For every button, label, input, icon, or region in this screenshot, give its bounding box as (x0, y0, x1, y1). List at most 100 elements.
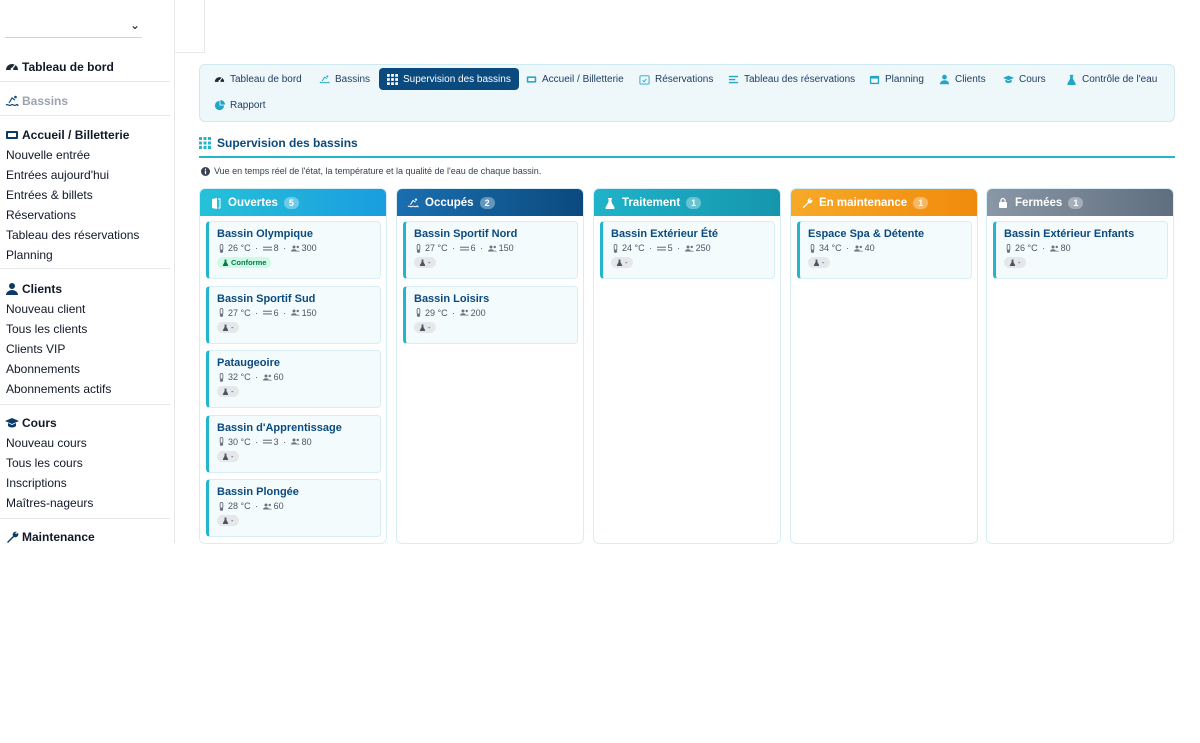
pool-card[interactable]: Bassin Plongée 28 °C · 60 - (206, 479, 381, 537)
sidebar-item-maitres-nageurs[interactable]: Maîtres-nageurs (0, 493, 170, 513)
column-header: Occupés 2 (397, 189, 583, 216)
column-ouvertes: Ouvertes 5 Bassin Olympique 26 °C · 8 · 300… (199, 188, 387, 544)
gauge-icon (214, 74, 225, 85)
column-header: Fermées 1 (987, 189, 1173, 216)
water-quality-badge: - (217, 450, 239, 462)
pool-temperature: 26 °C (228, 243, 251, 253)
pool-capacity: 60 (273, 501, 284, 511)
pool-name: Bassin d'Apprentissage (217, 421, 342, 434)
tab-bassins[interactable]: Bassins (311, 68, 378, 90)
sidebar-heading-bassins[interactable]: Bassins (0, 91, 170, 111)
users-icon (459, 308, 469, 317)
flask-icon (222, 324, 229, 331)
pool-card[interactable]: Bassin d'Apprentissage 30 °C · 3 · 80 - (206, 414, 381, 473)
pool-temperature: 34 °C (819, 243, 842, 253)
pool-name: Espace Spa & Détente (808, 228, 925, 240)
lanes-icon (656, 244, 666, 253)
users-icon (290, 437, 300, 446)
separator: · (252, 501, 261, 511)
pool-info: 29 °C · 200 (414, 308, 569, 318)
pool-card[interactable]: Bassin Extérieur Été 24 °C · 5 · 250 - (600, 221, 775, 279)
sidebar-item-tableau-des-reservations[interactable]: Tableau des réservations (0, 225, 170, 245)
gauge-icon (5, 60, 19, 74)
ticket-icon (5, 128, 19, 142)
pool-card[interactable]: Pataugeoire 32 °C · 60 - (206, 350, 381, 408)
user-icon (5, 282, 19, 296)
sidebar-item-abonnements-actifs[interactable]: Abonnements actifs (0, 379, 170, 399)
sidebar-item-nouveau-cours[interactable]: Nouveau cours (0, 433, 170, 453)
sidebar-heading-clients[interactable]: Clients (0, 279, 170, 299)
pool-lanes: 3 (273, 436, 279, 447)
sidebar-item-tous-les-cours[interactable]: Tous les cours (0, 453, 170, 473)
tab-planning[interactable]: Planning (861, 68, 932, 90)
separator: · (252, 243, 261, 253)
sidebar-item-clients-vip[interactable]: Clients VIP (0, 339, 170, 359)
flask-icon (419, 324, 426, 331)
count-badge: 1 (1068, 196, 1084, 209)
sidebar-heading-accueil-billetterie[interactable]: Accueil / Billetterie (0, 125, 170, 145)
pool-capacity: 80 (1060, 243, 1071, 253)
tab-rapport[interactable]: Rapport (206, 94, 274, 116)
pool-card[interactable]: Bassin Sportif Nord 27 °C · 6 · 150 - (403, 221, 578, 279)
pool-card[interactable]: Bassin Olympique 26 °C · 8 · 300 Conforme (206, 221, 381, 279)
sidebar-item-abonnements[interactable]: Abonnements (0, 359, 170, 379)
pool-lanes: 6 (470, 243, 476, 253)
flask-icon (1066, 74, 1077, 85)
wrench-icon (801, 197, 813, 209)
water-quality-badge: - (217, 515, 239, 526)
count-badge: 1 (913, 196, 929, 209)
sidebar-item-tous-les-clients[interactable]: Tous les clients (0, 319, 170, 339)
flask-icon (222, 453, 229, 460)
pool-card[interactable]: Bassin Extérieur Enfants 26 °C · 80 - (993, 221, 1168, 279)
cap-icon (5, 416, 19, 430)
title-divider (199, 156, 1175, 158)
separator: · (449, 307, 458, 318)
tab-cours[interactable]: Cours (995, 68, 1054, 90)
thermometer-icon (414, 308, 423, 317)
separator: · (646, 243, 655, 253)
swim-icon (407, 197, 419, 209)
tab-controle-de-l-eau[interactable]: Contrôle de l'eau (1058, 68, 1165, 90)
flask-icon (813, 259, 820, 266)
nav-bar: Tableau de bord Bassins Supervision des ba… (199, 64, 1175, 122)
tab-reservations[interactable]: Réservations (631, 68, 721, 90)
thermometer-icon (217, 501, 226, 511)
thermometer-icon (1004, 243, 1013, 253)
sidebar-item-entrees-aujourd-hui[interactable]: Entrées aujourd'hui (0, 165, 170, 185)
page-description: Vue en temps réel de l'état, la températ… (201, 166, 541, 176)
pool-card[interactable]: Bassin Sportif Sud 27 °C · 6 · 150 - (206, 285, 381, 344)
pool-temperature: 30 °C (228, 436, 251, 447)
tab-tableau-de-bord[interactable]: Tableau de bord (206, 68, 310, 90)
sidebar-item-inscriptions[interactable]: Inscriptions (0, 473, 170, 493)
sidebar-item-reservations[interactable]: Réservations (0, 205, 170, 225)
sidebar-heading-cours[interactable]: Cours (0, 413, 170, 433)
tab-clients[interactable]: Clients (931, 68, 994, 90)
pool-info: 34 °C · 40 (808, 243, 963, 253)
sidebar-item-nouveau-client[interactable]: Nouveau client (0, 299, 170, 319)
separator: · (1039, 243, 1048, 253)
swim-icon (319, 74, 330, 85)
water-quality-badge: - (1004, 257, 1026, 268)
sidebar-item-entrees-billets[interactable]: Entrées & billets (0, 185, 170, 205)
pool-capacity: 150 (498, 243, 514, 253)
sidebar-divider (0, 81, 170, 82)
sidebar-heading-maintenance[interactable]: Maintenance (0, 527, 170, 543)
pool-name: Bassin Sportif Nord (414, 228, 518, 240)
sidebar-heading-tableau-de-bord[interactable]: Tableau de bord (0, 57, 170, 77)
lanes-icon (262, 308, 272, 317)
sidebar-item-planning[interactable]: Planning (0, 245, 170, 265)
sidebar-section-bassins: Bassins (0, 91, 170, 111)
pool-capacity: 150 (301, 307, 317, 318)
water-quality-badge: - (611, 257, 633, 268)
pool-info: 26 °C · 8 · 300 (217, 243, 372, 253)
users-icon (684, 244, 694, 253)
pool-card[interactable]: Bassin Loisirs 29 °C · 200 - (403, 285, 578, 344)
tab-supervision-des-bassins[interactable]: Supervision des bassins (379, 68, 519, 90)
sidebar-item-nouvelle-entree[interactable]: Nouvelle entrée (0, 145, 170, 165)
tab-accueil-billetterie[interactable]: Accueil / Billetterie (518, 68, 632, 90)
pool-temperature: 26 °C (1015, 243, 1038, 253)
tab-tableau-des-reservations[interactable]: Tableau des réservations (720, 68, 863, 90)
sidebar-select[interactable]: ⌄ (5, 14, 142, 38)
flask-icon (222, 388, 229, 395)
pool-card[interactable]: Espace Spa & Détente 34 °C · 40 - (797, 221, 972, 279)
